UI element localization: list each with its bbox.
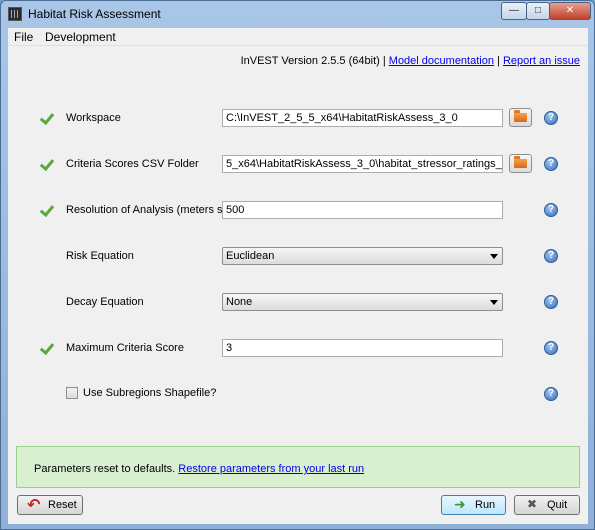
close-x-icon [527, 497, 540, 511]
chevron-down-icon [490, 300, 498, 305]
reset-button-label: Reset [48, 499, 77, 511]
criteria-csv-input[interactable]: 5_x64\HabitatRiskAssess_3_0\habitat_stre… [222, 155, 503, 173]
decay-equation-value: None [226, 296, 253, 308]
resolution-input[interactable]: 500 [222, 201, 503, 219]
criteria-csv-help-icon[interactable]: ? [544, 157, 558, 171]
run-arrow-icon [454, 496, 468, 513]
app-icon [8, 7, 22, 21]
status-text: Parameters reset to defaults. Restore pa… [34, 463, 364, 475]
menu-bar: File Development [8, 28, 588, 46]
quit-button-label: Quit [547, 499, 568, 511]
subregions-label: Use Subregions Shapefile? [83, 387, 217, 399]
green-checkmark-icon [39, 341, 53, 355]
status-message: Parameters reset to defaults. [34, 463, 176, 475]
menu-file[interactable]: File [14, 30, 33, 44]
green-checkmark-icon [39, 157, 53, 171]
green-checkmark-icon [39, 203, 53, 217]
version-line: InVEST Version 2.5.5 (64bit) | Model doc… [241, 55, 580, 67]
separator: | [497, 55, 500, 67]
model-documentation-link[interactable]: Model documentation [389, 55, 494, 67]
workspace-label: Workspace [66, 112, 121, 124]
workspace-browse-button[interactable] [509, 108, 532, 127]
reset-button[interactable]: Reset [17, 495, 83, 515]
risk-equation-value: Euclidean [226, 250, 275, 262]
risk-equation-help-icon[interactable]: ? [544, 249, 558, 263]
close-button[interactable]: ✕ [549, 2, 591, 20]
separator: | [382, 55, 386, 67]
subregions-help-icon[interactable]: ? [544, 387, 558, 401]
run-button[interactable]: Run [441, 495, 506, 515]
window-title: Habitat Risk Assessment [28, 7, 161, 21]
maximize-button[interactable]: □ [526, 2, 550, 20]
green-checkmark-icon [39, 111, 53, 125]
criteria-csv-label: Criteria Scores CSV Folder [66, 158, 199, 170]
criteria-csv-browse-button[interactable] [509, 154, 532, 173]
decay-equation-label: Decay Equation [66, 296, 144, 308]
chevron-down-icon [490, 254, 498, 259]
folder-icon [514, 110, 527, 122]
risk-equation-label: Risk Equation [66, 250, 134, 262]
title-bar[interactable]: Habitat Risk Assessment — □ ✕ [1, 1, 594, 27]
risk-equation-select[interactable]: Euclidean [222, 247, 503, 265]
resolution-label: Resolution of Analysis (meters sq.) [66, 204, 236, 216]
workspace-help-icon[interactable]: ? [544, 111, 558, 125]
decay-equation-select[interactable]: None [222, 293, 503, 311]
max-criteria-label: Maximum Criteria Score [66, 342, 184, 354]
restore-parameters-link[interactable]: Restore parameters from your last run [178, 463, 364, 475]
workspace-input[interactable]: C:\InVEST_2_5_5_x64\HabitatRiskAssess_3_… [222, 109, 503, 127]
resolution-help-icon[interactable]: ? [544, 203, 558, 217]
menu-development[interactable]: Development [45, 30, 116, 44]
report-issue-link[interactable]: Report an issue [503, 55, 580, 67]
main-panel: File Development InVEST Version 2.5.5 (6… [8, 28, 588, 524]
minimize-button[interactable]: — [501, 2, 527, 20]
undo-arrow-icon [27, 495, 40, 515]
version-text: InVEST Version 2.5.5 (64bit) [240, 55, 380, 67]
subregions-checkbox[interactable] [66, 387, 78, 399]
folder-icon [514, 156, 527, 168]
decay-equation-help-icon[interactable]: ? [544, 295, 558, 309]
max-criteria-input[interactable]: 3 [222, 339, 503, 357]
status-message-box: Parameters reset to defaults. Restore pa… [16, 446, 580, 488]
max-criteria-help-icon[interactable]: ? [544, 341, 558, 355]
app-window: Habitat Risk Assessment — □ ✕ File Devel… [0, 0, 595, 530]
run-button-label: Run [475, 499, 496, 511]
quit-button[interactable]: Quit [514, 495, 580, 515]
